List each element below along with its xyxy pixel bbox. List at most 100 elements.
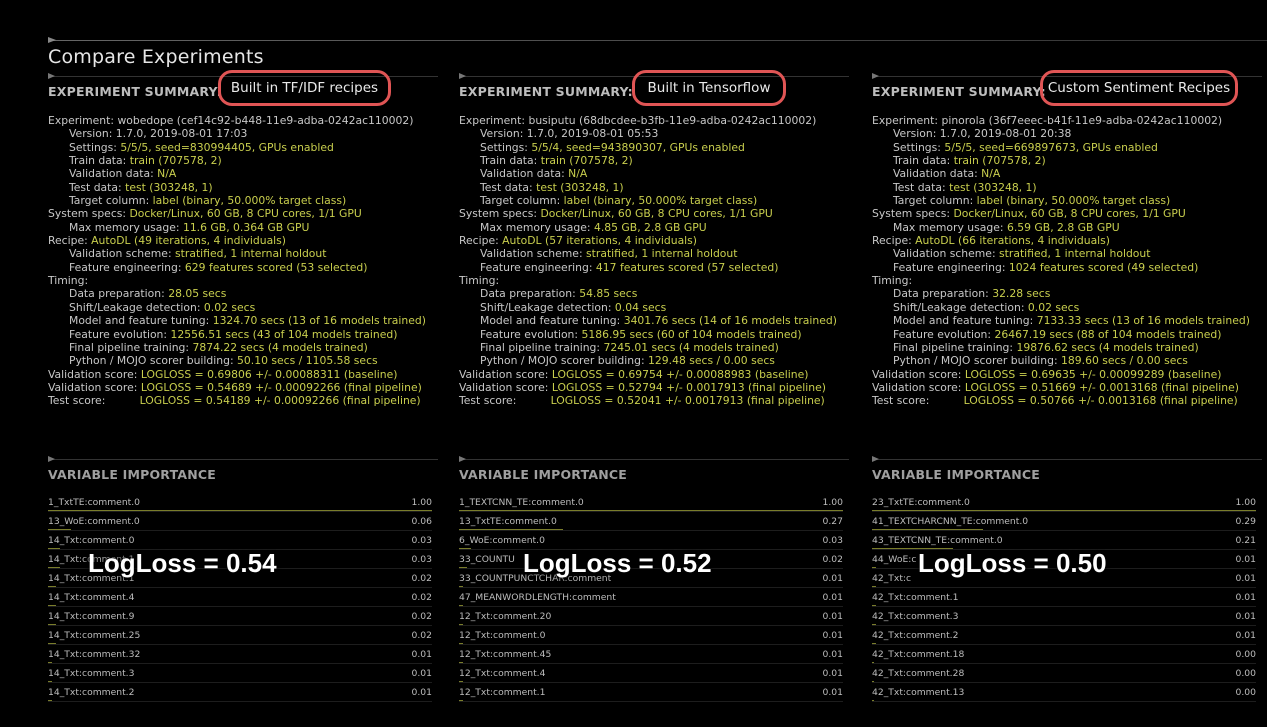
summary-key: Test score: xyxy=(48,394,106,408)
variable-importance-row[interactable]: 1_TEXTCNN_TE:comment.0 1.00 xyxy=(459,494,843,513)
variable-importance-row[interactable]: 12_Txt:comment.45 0.01 xyxy=(459,646,843,665)
variable-importance-row[interactable]: 14_Txt:comment.2 0.01 xyxy=(48,684,432,703)
summary-key: Recipe: xyxy=(459,234,499,248)
summary-line: Data preparation: 54.85 secs xyxy=(459,287,837,300)
summary-line: Python / MOJO scorer building: 129.48 se… xyxy=(459,354,837,367)
variable-importance-row[interactable]: 41_TEXTCHARCNN_TE:comment.0 0.29 xyxy=(872,513,1256,532)
variable-importance-value: 1.00 xyxy=(411,497,432,508)
summary-line: Model and feature tuning: 3401.76 secs (… xyxy=(459,314,837,327)
summary-key: Validation scheme: xyxy=(480,247,583,261)
variable-importance-row[interactable]: 14_Txt:comment.9 0.02 xyxy=(48,608,432,627)
summary-line: Experiment: pinorola (36f7eeec-b41f-11e9… xyxy=(872,114,1250,127)
logloss-caption: LogLoss = 0.54 xyxy=(88,548,277,578)
variable-importance-value: 0.01 xyxy=(1235,611,1256,622)
summary-line: Test score: LOGLOSS = 0.50766 +/- 0.0013… xyxy=(872,394,1250,407)
variable-importance-bar xyxy=(872,605,876,606)
summary-line: Test data: test (303248, 1) xyxy=(459,181,837,194)
variable-importance-row[interactable]: 12_Txt:comment.4 0.01 xyxy=(459,665,843,684)
summary-value: LOGLOSS = 0.51669 +/- 0.0013168 (final p… xyxy=(961,380,1239,394)
recipe-highlight-label: Built in TF/IDF recipes xyxy=(218,70,391,106)
variable-name: 44_WoE:c xyxy=(872,554,917,565)
summary-key: Target column: xyxy=(893,194,974,208)
summary-line: Version: 1.7.0, 2019-08-01 17:03 xyxy=(48,127,426,140)
variable-importance-row[interactable]: 42_Txt:comment.1 0.01 xyxy=(872,589,1256,608)
summary-line: Version: 1.7.0, 2019-08-01 20:38 xyxy=(872,127,1250,140)
variable-importance-row[interactable]: 14_Txt:comment.25 0.02 xyxy=(48,627,432,646)
recipe-highlight-label: Built in Tensorflow xyxy=(632,70,786,106)
summary-key: Max memory usage: xyxy=(480,220,591,234)
summary-line: Validation data: N/A xyxy=(872,167,1250,180)
summary-key: Version: xyxy=(893,127,937,141)
variable-importance-value: 0.01 xyxy=(822,687,843,698)
variable-importance-row[interactable]: 14_Txt:comment.32 0.01 xyxy=(48,646,432,665)
summary-line: Validation scheme: stratified, 1 interna… xyxy=(872,247,1250,260)
variable-importance-row[interactable]: 42_Txt:comment.28 0.00 xyxy=(872,665,1256,684)
summary-key: Validation scheme: xyxy=(893,247,996,261)
summary-value: N/A xyxy=(977,167,1001,181)
variable-importance-row[interactable]: 12_Txt:comment.20 0.01 xyxy=(459,608,843,627)
variable-importance-row[interactable]: 14_Txt:comment.3 0.01 xyxy=(48,665,432,684)
variable-importance-row[interactable]: 42_Txt:comment.13 0.00 xyxy=(872,684,1256,703)
summary-line: Feature evolution: 5186.95 secs (60 of 1… xyxy=(459,328,837,341)
variable-importance-row[interactable]: 1_TxtTE:comment.0 1.00 xyxy=(48,494,432,513)
summary-key: Feature engineering: xyxy=(480,260,593,274)
variable-importance-row[interactable]: 14_Txt:comment.4 0.02 xyxy=(48,589,432,608)
variable-importance-value: 0.01 xyxy=(1235,573,1256,584)
summary-key: Feature engineering: xyxy=(69,260,182,274)
summary-line: Recipe: AutoDL (66 iterations, 4 individ… xyxy=(872,234,1250,247)
summary-value: 54.85 secs xyxy=(575,287,638,301)
variable-importance-value: 0.02 xyxy=(822,554,843,565)
summary-key: Model and feature tuning: xyxy=(69,314,210,328)
summary-value: 7245.01 secs (4 models trained) xyxy=(600,340,779,354)
summary-line: Validation score: LOGLOSS = 0.51669 +/- … xyxy=(872,381,1250,394)
summary-key: Validation score: xyxy=(872,367,962,381)
variable-importance-value: 0.01 xyxy=(1235,554,1256,565)
summary-line: Experiment: wobedope (cef14c92-b448-11e9… xyxy=(48,114,426,127)
variable-importance-row[interactable]: 12_Txt:comment.0 0.01 xyxy=(459,627,843,646)
summary-value: 189.60 secs / 0.00 secs xyxy=(1057,354,1188,368)
summary-value: 129.48 secs / 0.00 secs xyxy=(644,354,775,368)
variable-importance-value: 0.03 xyxy=(411,535,432,546)
summary-value: test (303248, 1) xyxy=(532,180,624,194)
summary-line: Train data: train (707578, 2) xyxy=(459,154,837,167)
summary-line: Target column: label (binary, 50.000% ta… xyxy=(48,194,426,207)
summary-line: Validation score: LOGLOSS = 0.69806 +/- … xyxy=(48,368,426,381)
summary-key: System specs: xyxy=(48,207,127,221)
recipe-highlight-label: Custom Sentiment Recipes xyxy=(1040,70,1238,106)
summary-line: Model and feature tuning: 1324.70 secs (… xyxy=(48,314,426,327)
variable-importance-value: 1.00 xyxy=(1235,497,1256,508)
summary-value: 26467.19 secs (88 of 104 models trained) xyxy=(991,327,1222,341)
summary-value: LOGLOSS = 0.54189 +/- 0.00092266 (final … xyxy=(105,394,421,408)
summary-line: Shift/Leakage detection: 0.02 secs xyxy=(48,301,426,314)
summary-key: Test score: xyxy=(872,394,930,408)
variable-importance-row[interactable]: 42_Txt:comment.2 0.01 xyxy=(872,627,1256,646)
variable-name: 42_Txt:comment.13 xyxy=(872,687,965,698)
variable-importance-bar xyxy=(459,567,467,568)
variable-name: 42_Txt:comment.1 xyxy=(872,592,959,603)
variable-importance-row[interactable]: 13_TxtTE:comment.0 0.27 xyxy=(459,513,843,532)
variable-importance-value: 0.02 xyxy=(411,611,432,622)
summary-value: 1024 features scored (49 selected) xyxy=(1005,260,1199,274)
variable-importance-row[interactable]: 23_TxtTE:comment.0 1.00 xyxy=(872,494,1256,513)
summary-key: System specs: xyxy=(459,207,538,221)
variable-importance-row[interactable]: 12_Txt:comment.1 0.01 xyxy=(459,684,843,703)
summary-key: Final pipeline training: xyxy=(69,340,190,354)
summary-line: Max memory usage: 4.85 GB, 2.8 GB GPU xyxy=(459,221,837,234)
summary-value: 7133.33 secs (13 of 16 models trained) xyxy=(1033,314,1250,328)
summary-value: 12556.51 secs (43 of 104 models trained) xyxy=(167,327,398,341)
experiment-column-3: EXPERIMENT SUMMARY: Custom Sentiment Reci… xyxy=(872,70,1262,727)
variable-importance-bar xyxy=(48,586,56,587)
variable-importance-bar xyxy=(872,624,876,625)
variable-importance-row[interactable]: 42_Txt:comment.18 0.00 xyxy=(872,646,1256,665)
variable-importance-row[interactable]: 42_Txt:comment.3 0.01 xyxy=(872,608,1256,627)
summary-heading: EXPERIMENT SUMMARY: xyxy=(459,84,633,99)
summary-line: Feature engineering: 417 features scored… xyxy=(459,261,837,274)
variable-importance-bar xyxy=(459,681,463,682)
summary-line: Timing: xyxy=(459,274,837,287)
summary-line: Test data: test (303248, 1) xyxy=(872,181,1250,194)
variable-name: 14_Txt:comment.0 xyxy=(48,535,135,546)
variable-importance-row[interactable]: 13_WoE:comment.0 0.06 xyxy=(48,513,432,532)
summary-line: Final pipeline training: 19876.62 secs (… xyxy=(872,341,1250,354)
variable-importance-row[interactable]: 47_MEANWORDLENGTH:comment 0.01 xyxy=(459,589,843,608)
variable-importance-bar xyxy=(48,529,72,530)
